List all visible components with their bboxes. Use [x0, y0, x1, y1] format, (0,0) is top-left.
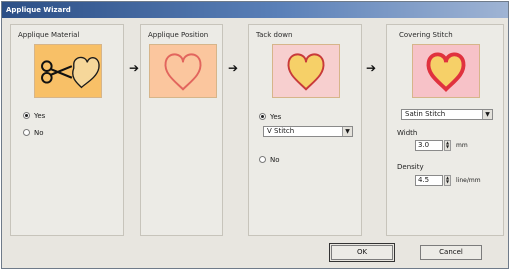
ok-button[interactable]: OK — [329, 243, 395, 262]
radio-indicator — [259, 156, 266, 163]
tackdown-no-radio[interactable]: No — [259, 155, 280, 165]
cancel-button[interactable]: Cancel — [420, 245, 482, 260]
density-label: Density — [397, 163, 424, 171]
covering-stitch-select[interactable]: Satin Stitch ▼ — [401, 109, 493, 120]
heart-outline-icon — [149, 44, 217, 98]
window-title: Applique Wizard — [2, 2, 508, 18]
radio-indicator — [23, 112, 30, 119]
tackdown-yes-radio[interactable]: Yes — [259, 112, 281, 122]
radio-indicator — [23, 129, 30, 136]
applique-wizard-window: Applique Wizard Applique Material Yes No… — [1, 1, 509, 269]
radio-indicator — [259, 113, 266, 120]
tack-down-heart-icon — [272, 44, 340, 98]
radio-label: No — [270, 156, 280, 164]
density-input[interactable]: 4.5 — [415, 175, 443, 186]
arrow-right-icon: ➔ — [228, 61, 239, 75]
density-stepper[interactable]: ▲ ▼ — [444, 175, 451, 186]
chevron-down-icon[interactable]: ▼ — [482, 110, 492, 119]
radio-label: Yes — [34, 112, 46, 120]
panel-applique-position: Applique Position — [140, 24, 223, 236]
width-stepper[interactable]: ▲ ▼ — [444, 140, 451, 151]
panel-title: Applique Position — [148, 31, 209, 39]
width-input[interactable]: 3.0 — [415, 140, 443, 151]
spin-down-icon[interactable]: ▼ — [445, 145, 450, 149]
scissors-heart-icon — [34, 44, 102, 98]
radio-label: No — [34, 129, 44, 137]
panel-covering-stitch: Covering Stitch Satin Stitch ▼ Width 3.0… — [386, 24, 504, 236]
width-unit: mm — [456, 142, 468, 149]
panel-applique-material: Applique Material Yes No — [10, 24, 124, 236]
panel-title: Applique Material — [18, 31, 80, 39]
covering-heart-icon — [412, 44, 480, 98]
arrow-right-icon: ➔ — [129, 61, 140, 75]
select-value: V Stitch — [267, 127, 295, 135]
spin-down-icon[interactable]: ▼ — [445, 180, 450, 184]
material-no-radio[interactable]: No — [23, 128, 44, 138]
select-value: Satin Stitch — [405, 110, 446, 118]
density-unit: line/mm — [456, 177, 481, 184]
radio-label: Yes — [270, 113, 282, 121]
tackdown-stitch-select[interactable]: V Stitch ▼ — [263, 126, 353, 137]
panel-tack-down: Tack down Yes V Stitch ▼ No — [248, 24, 362, 236]
panel-title: Covering Stitch — [399, 31, 453, 39]
material-yes-radio[interactable]: Yes — [23, 111, 45, 121]
panel-title: Tack down — [256, 31, 293, 39]
arrow-right-icon: ➔ — [366, 61, 377, 75]
width-label: Width — [397, 129, 418, 137]
chevron-down-icon[interactable]: ▼ — [342, 127, 352, 136]
